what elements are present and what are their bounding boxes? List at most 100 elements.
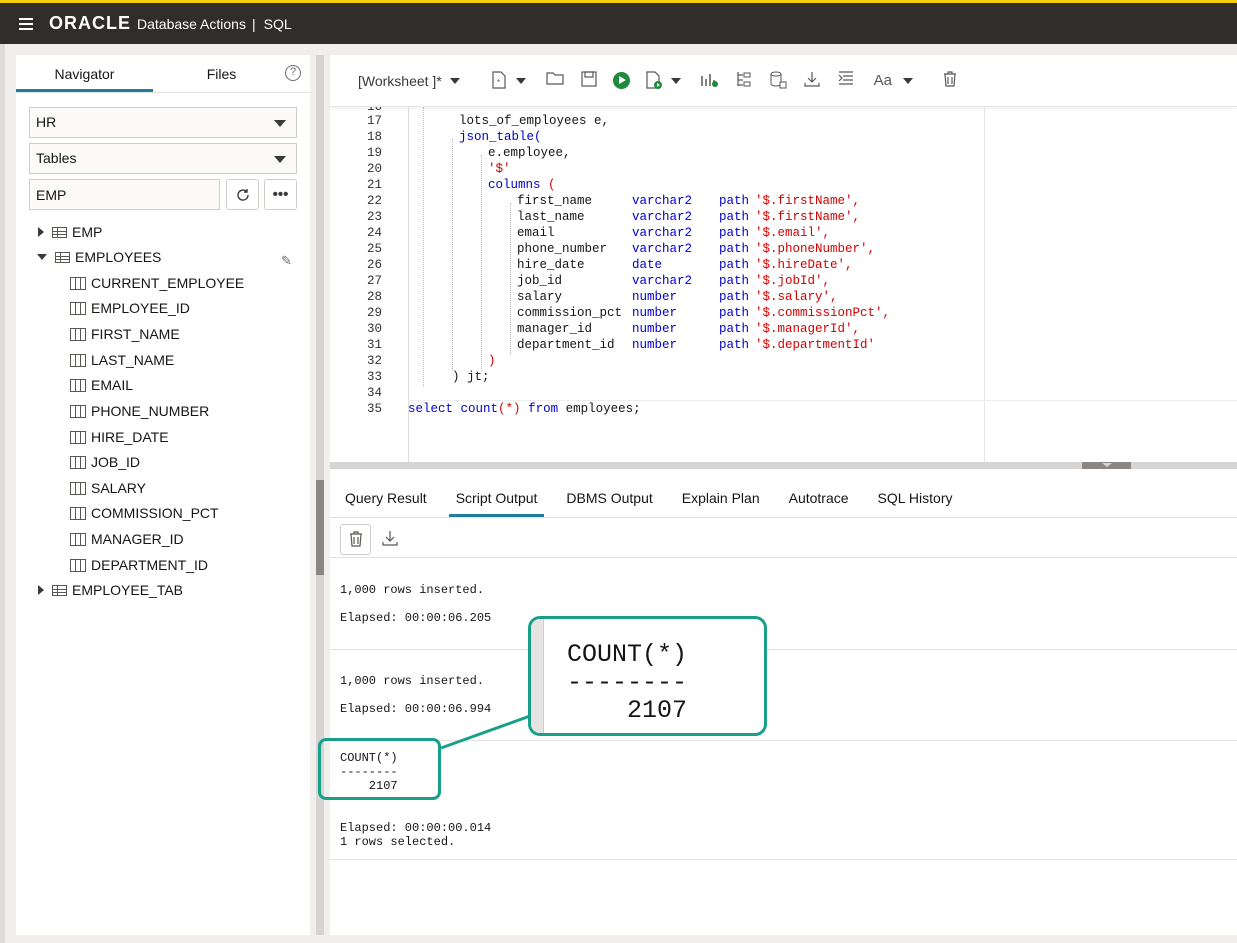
background-strip: [0, 44, 5, 943]
keyword: select: [408, 402, 454, 416]
refresh-icon: [236, 189, 249, 201]
code-string: '$.salary',: [755, 290, 838, 304]
tree-item-label: EMP: [72, 224, 103, 240]
column-item[interactable]: COMMISSION_PCT: [70, 501, 219, 525]
code-string: '$.email',: [755, 226, 831, 240]
code-line: email: [517, 225, 555, 241]
new-worksheet-icon[interactable]: *: [489, 70, 509, 91]
open-folder-icon[interactable]: [545, 71, 565, 91]
column-label: JOB_ID: [91, 454, 141, 470]
column-item[interactable]: EMAIL: [70, 373, 133, 397]
run-statement-icon[interactable]: [612, 72, 630, 89]
column-item[interactable]: DEPARTMENT_ID: [70, 553, 208, 577]
tab-sql-history[interactable]: SQL History: [871, 479, 960, 517]
code-keyword: path: [719, 194, 750, 208]
font-size-icon[interactable]: Aa: [870, 71, 896, 91]
format-icon[interactable]: [836, 70, 856, 91]
column-item[interactable]: HIRE_DATE: [70, 425, 169, 449]
col-name: manager_id: [517, 322, 593, 336]
splitter-grip[interactable]: [1082, 462, 1131, 469]
object-type-select[interactable]: Tables: [29, 143, 297, 174]
column-icon: [70, 301, 86, 315]
col-name: email: [517, 226, 555, 240]
chevron-down-icon: [274, 156, 286, 163]
code-keyword: path: [719, 226, 750, 240]
keyword: columns: [488, 178, 541, 192]
tab-navigator[interactable]: Navigator: [16, 55, 153, 92]
code-line: select count(*) from employees;: [408, 401, 641, 417]
code-string: '$.phoneNumber',: [755, 242, 876, 256]
tab-script-output[interactable]: Script Output: [448, 479, 545, 517]
code-type: number: [632, 322, 678, 336]
column-item[interactable]: MANAGER_ID: [70, 527, 184, 551]
code-line: job_id: [517, 273, 562, 289]
chevron-down-icon[interactable]: [670, 77, 681, 84]
trash-icon[interactable]: [940, 70, 960, 91]
indent-guide: [452, 139, 453, 371]
chevron-down-icon[interactable]: [449, 77, 460, 84]
save-icon[interactable]: [579, 70, 599, 91]
tab-files[interactable]: Files: [153, 55, 290, 92]
column-label: SALARY: [91, 480, 146, 496]
expand-icon[interactable]: [38, 585, 44, 595]
autotrace-icon[interactable]: [734, 71, 754, 91]
code-line: e.employee,: [488, 146, 571, 160]
tab-autotrace[interactable]: Autotrace: [782, 479, 856, 517]
editor-output-splitter[interactable]: [330, 462, 1237, 469]
filter-input[interactable]: [29, 179, 220, 210]
line-number: 24: [366, 226, 382, 240]
chevron-down-icon[interactable]: [515, 77, 526, 84]
more-actions-button[interactable]: •••: [264, 179, 297, 210]
run-script-icon[interactable]: [644, 70, 664, 91]
code-string: '$.jobId',: [755, 274, 831, 288]
line-number: 17: [366, 114, 382, 128]
collapse-icon[interactable]: [37, 254, 47, 260]
object-type-select-value: Tables: [36, 150, 77, 166]
line-number: 21: [366, 178, 382, 192]
expand-icon[interactable]: [38, 227, 44, 237]
database-icon[interactable]: [768, 71, 788, 91]
tab-dbms-output[interactable]: DBMS Output: [559, 479, 659, 517]
current-line-highlight: [408, 400, 1237, 401]
output-line: Elapsed: 00:00:06.994: [340, 702, 492, 716]
callout-edge: [531, 619, 544, 733]
download-icon[interactable]: [802, 71, 822, 91]
chevron-down-icon: [274, 120, 286, 127]
column-label: COMMISSION_PCT: [91, 505, 219, 521]
refresh-button[interactable]: [226, 179, 259, 210]
explain-plan-icon[interactable]: [700, 71, 720, 91]
tree-item-employee-tab[interactable]: EMPLOYEE_TAB: [38, 578, 183, 602]
pin-icon[interactable]: ✎: [281, 253, 292, 269]
ellipsis-icon: •••: [272, 186, 289, 203]
output-line: 1 rows selected.: [340, 835, 456, 849]
tree-item-emp[interactable]: EMP: [38, 220, 102, 244]
column-item[interactable]: PHONE_NUMBER: [70, 399, 209, 423]
hamburger-menu-icon[interactable]: [19, 17, 33, 30]
tree-item-employees[interactable]: EMPLOYEES: [37, 245, 161, 269]
splitter-grip[interactable]: [316, 480, 324, 575]
column-item[interactable]: FIRST_NAME: [70, 322, 180, 346]
download-output-button[interactable]: [380, 530, 400, 549]
tab-query-result[interactable]: Query Result: [338, 479, 434, 517]
panel-splitter[interactable]: [316, 55, 324, 935]
column-item[interactable]: JOB_ID: [70, 450, 140, 474]
column-item[interactable]: SALARY: [70, 476, 146, 500]
code-line: last_name: [517, 209, 585, 225]
chevron-down-icon[interactable]: [902, 77, 913, 84]
line-number: 25: [366, 242, 382, 256]
output-tabs: Query Result Script Output DBMS Output E…: [330, 479, 1237, 518]
line-number: 28: [366, 290, 382, 304]
schema-select[interactable]: HR: [29, 107, 297, 138]
worksheet-select[interactable]: [Worksheet ]*: [358, 73, 442, 89]
column-item[interactable]: LAST_NAME: [70, 348, 174, 372]
clear-output-button[interactable]: [340, 524, 371, 555]
column-item[interactable]: EMPLOYEE_ID: [70, 296, 190, 320]
navigator-panel: Navigator Files ? HR Tables ••• EMP EMPL…: [16, 55, 310, 935]
help-icon[interactable]: ?: [285, 65, 301, 81]
header-separator: |: [251, 15, 256, 32]
tab-explain-plan[interactable]: Explain Plan: [675, 479, 767, 517]
code-editor[interactable]: 16 17 18 19 20 21 22 23 24 25 26 27 28 2…: [330, 107, 1237, 462]
code-keyword: path: [719, 258, 750, 272]
column-icon: [70, 404, 86, 418]
column-item[interactable]: CURRENT_EMPLOYEE: [70, 271, 244, 295]
